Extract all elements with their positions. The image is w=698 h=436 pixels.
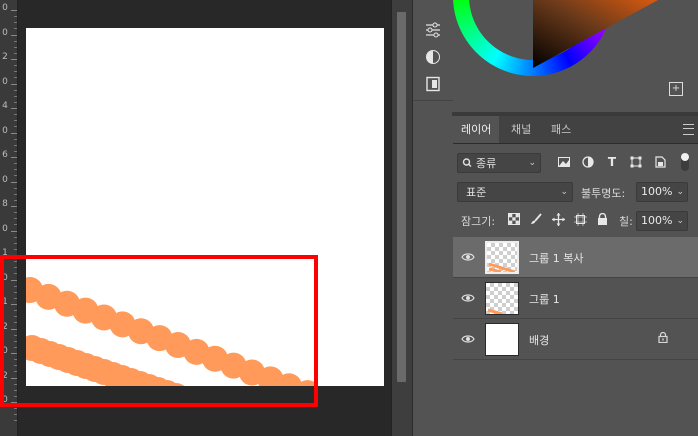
- eye-icon[interactable]: [461, 291, 475, 305]
- ruler-tick-label: 4: [2, 101, 8, 111]
- layer-thumbnail: [485, 323, 519, 356]
- tool-strip-divider: [413, 100, 453, 101]
- layer-name[interactable]: 그룹 1 복사: [529, 250, 583, 266]
- lock-transparent-pixels-icon[interactable]: [507, 212, 521, 226]
- red-selection-highlight: [0, 255, 318, 407]
- type-layer-filter-icon[interactable]: T: [605, 155, 619, 169]
- add-swatch-button[interactable]: +: [669, 82, 683, 96]
- lock-icon[interactable]: [658, 331, 668, 346]
- layers-list: 그룹 1 복사 그룹 1 배경: [453, 237, 698, 436]
- layer-filter-dropdown[interactable]: 종류 ⌄: [457, 153, 541, 173]
- layer-name[interactable]: 배경: [529, 332, 549, 348]
- blend-mode-dropdown[interactable]: 표준 ⌄: [457, 182, 573, 202]
- fill-input[interactable]: 100% ⌄: [636, 211, 688, 231]
- layer-row[interactable]: 배경: [453, 319, 698, 360]
- adjustment-layer-filter-icon[interactable]: [581, 155, 595, 169]
- color-wheel-panel[interactable]: +: [453, 0, 698, 112]
- libraries-icon[interactable]: [423, 74, 443, 94]
- tab-channels[interactable]: 채널: [503, 116, 539, 143]
- shape-layer-filter-icon[interactable]: [629, 155, 643, 169]
- ruler-tick-label: 8: [2, 199, 8, 209]
- layer-thumbnail: [485, 241, 519, 274]
- color-triangle[interactable]: [533, 0, 658, 68]
- ruler-tick-label: 0: [2, 76, 8, 87]
- ruler-tick-label: 0: [2, 125, 8, 136]
- right-panel: + 레이어 채널 패스 종류 ⌄ T 표준 ⌄ 불투명도: 100% ⌄ 잠그기…: [453, 0, 698, 436]
- fill-label: 칠:: [619, 215, 633, 228]
- eye-icon[interactable]: [461, 332, 475, 346]
- chevron-down-icon: ⌄: [528, 158, 536, 168]
- pixel-layer-filter-icon[interactable]: [557, 155, 571, 169]
- chevron-down-icon: ⌄: [676, 216, 684, 226]
- ruler-tick-label: 0: [2, 223, 8, 234]
- filter-toggle-switch[interactable]: [681, 153, 689, 171]
- ruler-tick-label: 6: [2, 150, 8, 160]
- color-wheel[interactable]: [453, 0, 698, 112]
- opacity-label: 불투명도:: [581, 187, 626, 200]
- filter-value: 종류: [476, 157, 497, 170]
- smart-object-filter-icon[interactable]: [653, 155, 667, 169]
- color-adjust-icon[interactable]: [423, 47, 443, 67]
- layer-thumbnail: [485, 282, 519, 315]
- search-icon: [462, 154, 472, 178]
- layer-name[interactable]: 그룹 1: [529, 291, 560, 307]
- lock-all-icon[interactable]: [595, 212, 609, 226]
- eye-icon[interactable]: [461, 250, 475, 264]
- tab-layers[interactable]: 레이어: [453, 116, 500, 143]
- ruler-tick-label: 0: [2, 3, 8, 13]
- lock-image-pixels-brush-icon[interactable]: [529, 212, 543, 226]
- ruler-tick-label: 0: [2, 174, 8, 185]
- opacity-input[interactable]: 100% ⌄: [636, 182, 688, 202]
- layers-panel-tabs: 레이어 채널 패스: [453, 116, 698, 144]
- panel-divider: [452, 112, 698, 116]
- panel-menu-icon[interactable]: [683, 124, 694, 135]
- adjustments-sliders-icon[interactable]: [423, 20, 443, 40]
- lock-label: 잠그기:: [461, 215, 496, 228]
- ruler-tick-label: 0: [2, 27, 8, 38]
- vertical-scrollbar[interactable]: [391, 0, 412, 436]
- tab-paths[interactable]: 패스: [543, 116, 579, 143]
- ruler-tick-label: 2: [2, 52, 8, 62]
- layer-row[interactable]: 그룹 1 복사: [453, 237, 698, 278]
- chevron-down-icon: ⌄: [676, 187, 684, 197]
- layer-row[interactable]: 그룹 1: [453, 278, 698, 319]
- scrollbar-thumb[interactable]: [397, 12, 406, 382]
- lock-artboard-icon[interactable]: [573, 212, 587, 226]
- lock-position-move-icon[interactable]: [551, 212, 565, 226]
- fill-value: 100%: [641, 214, 673, 227]
- chevron-down-icon: ⌄: [560, 187, 568, 197]
- panel-tool-strip: [412, 0, 454, 436]
- opacity-value: 100%: [641, 185, 673, 198]
- blend-mode-value: 표준: [466, 186, 487, 199]
